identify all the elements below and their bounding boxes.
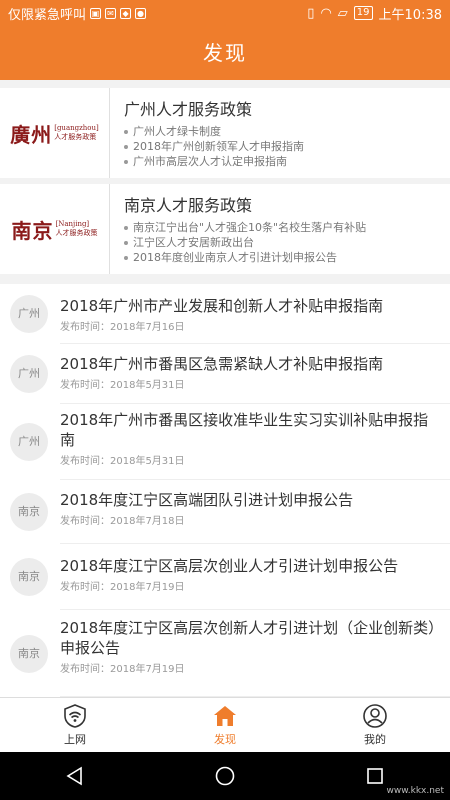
notification-icon: ● — [135, 7, 147, 19]
news-item[interactable]: 广州 2018年广州市产业发展和创新人才补贴申报指南 发布时间：2018年7月1… — [0, 284, 450, 344]
notification-icon: ◆ — [120, 7, 132, 19]
bottom-nav: 上网 发现 我的 — [0, 697, 450, 752]
status-right: ▯ ◠ ▱ 19 上午10:38 — [307, 4, 442, 23]
policy-card-guangzhou[interactable]: 廣州 [guangzhou] 人才服务政策 广州人才服务政策 广州人才绿卡制度 … — [0, 88, 450, 178]
city-badge: 南京 — [10, 635, 48, 673]
notification-icon: ▣ — [90, 7, 102, 19]
home-circle-icon — [215, 766, 235, 786]
main-content[interactable]: 廣州 [guangzhou] 人才服务政策 广州人才服务政策 广州人才绿卡制度 … — [0, 80, 450, 697]
watermark: www.kkx.net — [386, 786, 445, 796]
city-badge: 广州 — [10, 423, 48, 461]
status-text: 仅限紧急呼叫 — [8, 7, 87, 23]
user-icon — [363, 704, 387, 728]
bullet-icon — [124, 225, 128, 230]
news-item[interactable]: 南京 2018年度江宁区高端团队引进计划申报公告 发布时间：2018年7月18日 — [0, 480, 450, 544]
policy-link[interactable]: 广州人才绿卡制度 — [124, 124, 450, 139]
policy-link[interactable]: 2018年广州创新领军人才申报指南 — [124, 139, 450, 154]
news-item[interactable]: 南京 2018年度江宁区高层次创业人才引进计划申报公告 发布时间：2018年7月… — [0, 544, 450, 610]
city-badge: 南京 — [10, 493, 48, 531]
notification-icon: ✉ — [105, 7, 117, 19]
policy-title: 广州人才服务政策 — [124, 100, 253, 119]
city-badge: 广州 — [10, 355, 48, 393]
city-badge: 南京 — [10, 558, 48, 596]
news-date: 发布时间：2018年7月16日 — [60, 322, 185, 333]
nav-label: 发现 — [214, 733, 236, 746]
status-time: 上午10:38 — [378, 7, 442, 23]
battery-icon: 19 — [353, 6, 373, 20]
logo-main-text: 南京 — [11, 218, 54, 243]
home-button[interactable] — [205, 756, 245, 796]
news-title: 2018年度江宁区高端团队引进计划申报公告 — [60, 491, 354, 509]
nav-item-mine[interactable]: 我的 — [300, 698, 450, 752]
nav-label: 上网 — [64, 733, 86, 746]
logo-en-text: [Nanjing] — [55, 220, 90, 228]
recents-square-icon — [367, 768, 383, 784]
news-date: 发布时间：2018年7月19日 — [60, 664, 185, 675]
city-badge: 广州 — [10, 295, 48, 333]
logo-sub-text: 人才服务政策 — [54, 133, 97, 141]
bullet-icon — [124, 255, 128, 260]
logo-guangzhou: 廣州 [guangzhou] 人才服务政策 — [0, 88, 110, 178]
bullet-icon — [124, 240, 128, 245]
logo-sub-text: 人才服务政策 — [55, 229, 98, 237]
logo-en-text: [guangzhou] — [54, 124, 99, 132]
news-title: 2018年度江宁区高层次创新人才引进计划（企业创新类）申报公告 — [60, 619, 436, 657]
back-button[interactable] — [55, 756, 95, 796]
policy-link[interactable]: 广州市高层次人才认定申报指南 — [124, 154, 450, 169]
news-item[interactable]: 广州 2018年广州市番禺区急需紧缺人才补贴申报指南 发布时间：2018年5月3… — [0, 344, 450, 404]
wifi-icon: ◠ — [320, 5, 332, 21]
status-bar: 仅限紧急呼叫 ▣ ✉ ◆ ● ▯ ◠ ▱ 19 上午10:38 — [0, 0, 450, 26]
nav-item-internet[interactable]: 上网 — [0, 698, 150, 752]
policy-card-nanjing[interactable]: 南京 [Nanjing] 人才服务政策 南京人才服务政策 南京江宁出台"人才强企… — [0, 184, 450, 274]
system-nav-bar: www.kkx.net — [0, 752, 450, 800]
news-date: 发布时间：2018年5月31日 — [60, 456, 185, 467]
news-title: 2018年广州市产业发展和创新人才补贴申报指南 — [60, 297, 384, 315]
bullet-icon — [124, 129, 128, 134]
news-title: 2018年广州市番禺区接收准毕业生实习实训补贴申报指南 — [60, 411, 429, 449]
policy-title: 南京人才服务政策 — [124, 196, 253, 215]
news-item[interactable]: 广州 2018年广州市番禺区接收准毕业生实习实训补贴申报指南 发布时间：2018… — [0, 404, 450, 480]
back-triangle-icon — [66, 766, 82, 786]
news-date: 发布时间：2018年7月19日 — [60, 582, 185, 593]
policy-link[interactable]: 2018年度创业南京人才引进计划申报公告 — [124, 250, 450, 265]
news-item[interactable]: 南京 2018年度江宁区高层次创新人才引进计划（企业创新类）申报公告 发布时间：… — [0, 610, 450, 697]
policy-link[interactable]: 江宁区人才安居新政出台 — [124, 235, 450, 250]
policy-link[interactable]: 南京江宁出台"人才强企10条"名校生落户有补贴 — [124, 220, 450, 235]
no-sim-icon: ▱ — [337, 5, 348, 21]
logo-nanjing: 南京 [Nanjing] 人才服务政策 — [0, 184, 110, 274]
news-title: 2018年广州市番禺区急需紧缺人才补贴申报指南 — [60, 355, 384, 373]
nav-item-discover[interactable]: 发现 — [150, 698, 300, 752]
news-list: 广州 2018年广州市产业发展和创新人才补贴申报指南 发布时间：2018年7月1… — [0, 284, 450, 697]
vibrate-icon: ▯ — [307, 5, 315, 21]
news-date: 发布时间：2018年5月31日 — [60, 380, 185, 391]
bullet-icon — [124, 159, 128, 164]
bullet-icon — [124, 144, 128, 149]
logo-main-text: 廣州 — [10, 122, 53, 147]
status-left: 仅限紧急呼叫 ▣ ✉ ◆ ● — [8, 4, 307, 23]
home-icon — [214, 706, 236, 726]
nav-label: 我的 — [364, 733, 386, 746]
news-date: 发布时间：2018年7月18日 — [60, 516, 185, 527]
page-title: 发现 — [0, 26, 450, 80]
wifi-shield-icon — [64, 704, 86, 728]
news-title: 2018年度江宁区高层次创业人才引进计划申报公告 — [60, 557, 399, 575]
